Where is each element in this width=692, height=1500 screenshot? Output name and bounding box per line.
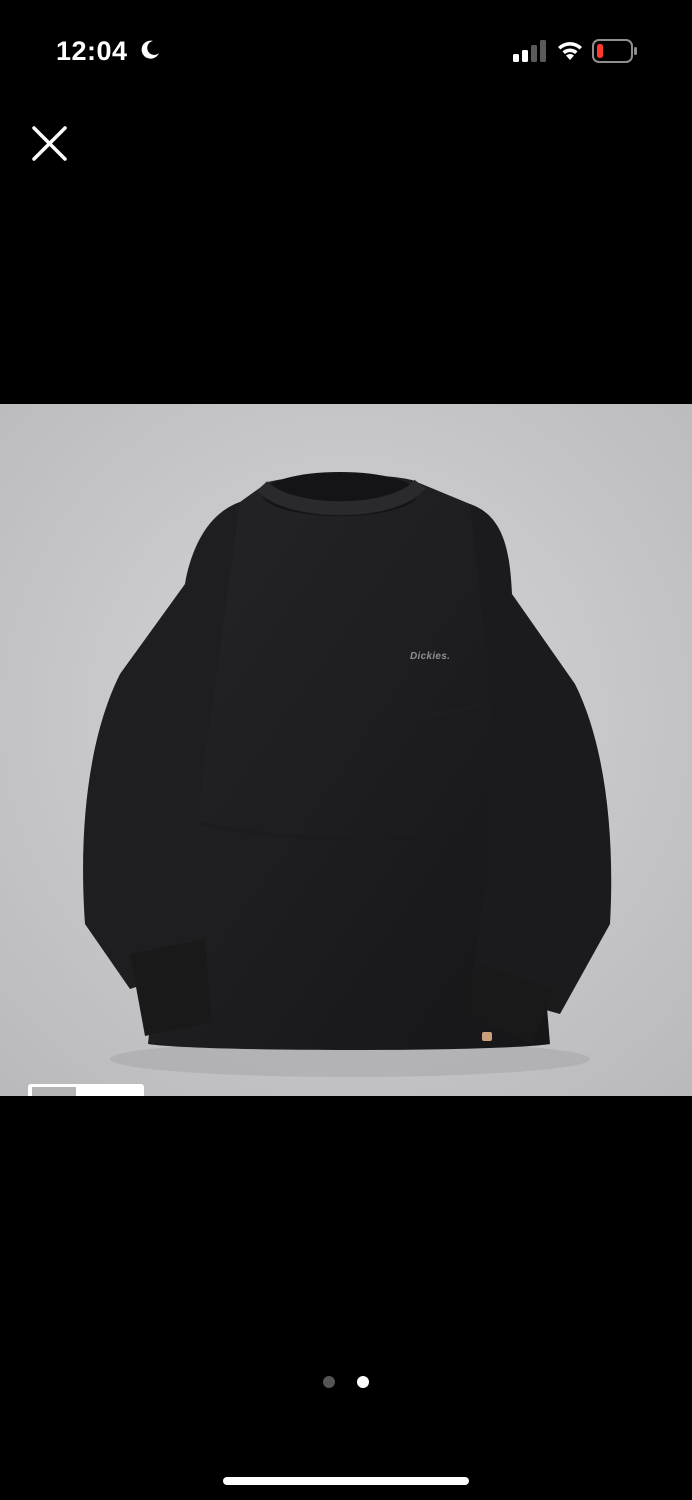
page-dot-1[interactable] [323, 1376, 335, 1388]
cellular-signal-icon [513, 40, 546, 62]
product-image[interactable]: Dickies. [0, 404, 692, 1096]
battery-low-icon [592, 39, 637, 63]
moon-icon [141, 40, 159, 59]
page-dot-2[interactable] [357, 1376, 369, 1388]
status-time: 12:04 [56, 36, 128, 66]
product-photo [0, 404, 692, 1096]
close-icon [32, 126, 67, 161]
image-thumbnail[interactable] [28, 1084, 144, 1096]
brand-logo: Dickies. [410, 651, 451, 662]
wifi-icon [558, 42, 582, 60]
close-button[interactable] [30, 124, 70, 164]
home-indicator[interactable] [223, 1477, 469, 1485]
page-indicator [0, 1376, 692, 1392]
thumbnail-image [32, 1087, 76, 1096]
status-bar: 12:04 [0, 0, 692, 100]
hem-tag [482, 1032, 492, 1041]
